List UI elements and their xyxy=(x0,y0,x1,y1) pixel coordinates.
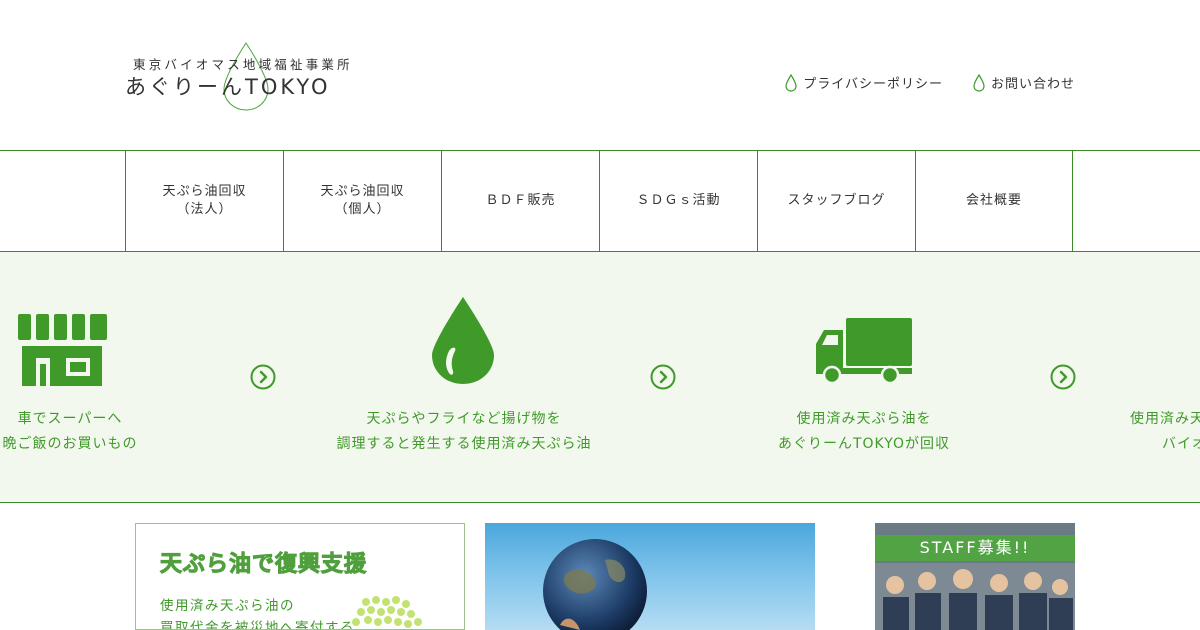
banner-line-1: 使用済み天ぷら油の xyxy=(160,598,295,614)
step-2-line1: 天ぷらやフライなど揚げ物を xyxy=(366,411,562,427)
process-flow: 車でスーパーへ 晩ご飯のお買いもの 天ぷらやフライなど揚げ物を 調理すると発生す… xyxy=(0,252,1200,503)
step-4-text: 使用済み天 バイオ xyxy=(1130,407,1200,457)
step-3-text: 使用済み天ぷら油を あぐりーんTOKYOが回収 xyxy=(714,407,1014,457)
step-2-line2: 調理すると発生する使用済み天ぷら油 xyxy=(336,436,592,452)
nav-label: 天ぷら油回収 xyxy=(320,184,405,199)
nav-item-sdgs[interactable]: ＳＤＧｓ活動 xyxy=(599,151,757,251)
nav-sublabel: （法人） xyxy=(176,202,233,217)
contact-label: お問い合わせ xyxy=(990,77,1075,92)
main-nav: 天ぷら油回収 （法人） 天ぷら油回収 （個人） ＢＤＦ販売 ＳＤＧｓ活動 スタッフブ… xyxy=(0,150,1200,252)
site-logo[interactable]: 東京バイオマス地域福祉事業所 あぐりーんTOKYO xyxy=(125,40,375,112)
drop-icon xyxy=(973,73,985,92)
nav-label: スタッフブログ xyxy=(787,193,886,208)
staff-photo xyxy=(875,563,1075,630)
recovery-support-banner[interactable]: 天ぷら油で復興支援 使用済み天ぷら油の 買取代金を被災地へ寄付する xyxy=(135,523,465,630)
staff-recruit-title: STAFF募集!! xyxy=(875,535,1075,561)
nav-item-company[interactable]: 会社概要 xyxy=(915,151,1073,251)
step-4-line2: バイオ xyxy=(1162,436,1200,452)
step-2-text: 天ぷらやフライなど揚げ物を 調理すると発生する使用済み天ぷら油 xyxy=(314,407,614,457)
truck-icon xyxy=(816,318,912,385)
contact-link[interactable]: お問い合わせ xyxy=(973,73,1075,92)
utility-nav: プライバシーポリシー お問い合わせ xyxy=(785,73,1075,92)
nav-sublabel: （個人） xyxy=(334,202,391,217)
banner-title: 天ぷら油で復興支援 xyxy=(159,552,368,578)
hearts-illustration xyxy=(352,596,422,628)
nav-label: 会社概要 xyxy=(965,193,1022,208)
oil-drop-icon xyxy=(432,297,494,384)
logo-title: あぐりーんTOKYO xyxy=(125,75,331,99)
chevron-right-icon xyxy=(1050,364,1076,390)
step-1-line2: 晩ご飯のお買いもの xyxy=(2,436,138,452)
drop-icon xyxy=(785,73,797,92)
step-3-line1: 使用済み天ぷら油を xyxy=(796,411,932,427)
step-3-line2: あぐりーんTOKYOが回収 xyxy=(777,436,951,452)
nav-item-bdf-sales[interactable]: ＢＤＦ販売 xyxy=(441,151,599,251)
chevron-right-icon xyxy=(650,364,676,390)
step-4-line1: 使用済み天 xyxy=(1130,411,1200,427)
chevron-right-icon xyxy=(250,364,276,390)
step-1-line1: 車でスーパーへ xyxy=(17,411,123,427)
nav-item-oil-personal[interactable]: 天ぷら油回収 （個人） xyxy=(283,151,441,251)
nav-label: ＳＤＧｓ活動 xyxy=(636,193,721,208)
privacy-policy-label: プライバシーポリシー xyxy=(803,77,943,92)
privacy-policy-link[interactable]: プライバシーポリシー xyxy=(785,73,943,92)
shop-icon xyxy=(18,314,107,386)
earth-banner[interactable] xyxy=(485,523,815,630)
site-header: 東京バイオマス地域福祉事業所 あぐりーんTOKYO プライバシーポリシー お問い… xyxy=(0,0,1200,150)
nav-item-staff-blog[interactable]: スタッフブログ xyxy=(757,151,915,251)
nav-item-oil-corporate[interactable]: 天ぷら油回収 （法人） xyxy=(125,151,283,251)
nav-label: 天ぷら油回収 xyxy=(162,184,247,199)
nav-label: ＢＤＦ販売 xyxy=(485,193,556,208)
step-1-text: 車でスーパーへ 晩ご飯のお買いもの xyxy=(0,407,180,457)
globe-image xyxy=(543,539,647,630)
staff-recruit-banner[interactable]: STAFF募集!! xyxy=(875,523,1075,630)
